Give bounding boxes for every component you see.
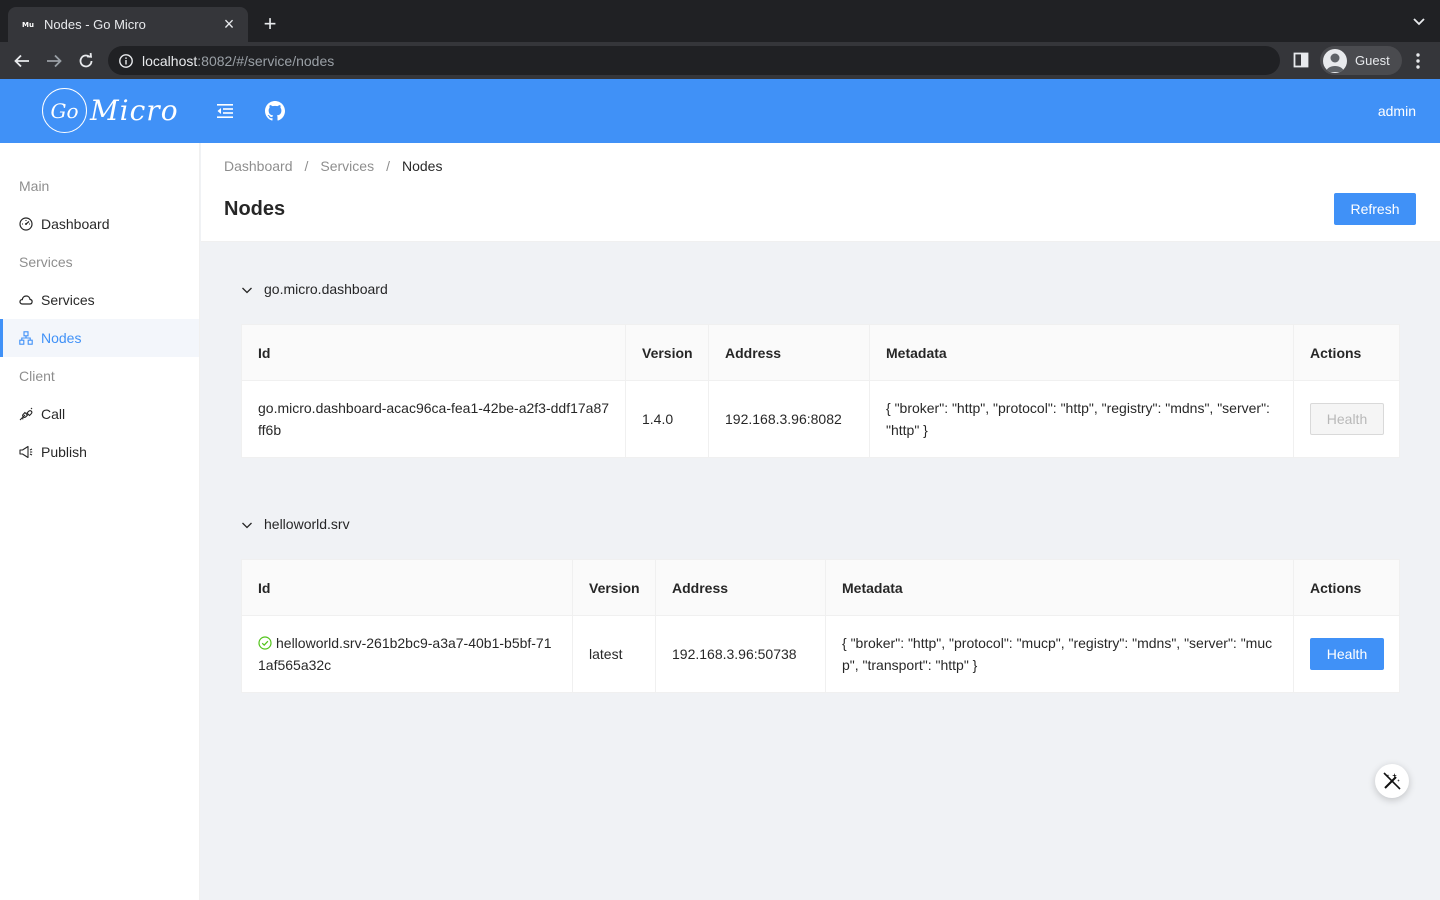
service-name: go.micro.dashboard bbox=[264, 281, 388, 297]
column-header-version: Version bbox=[625, 324, 709, 381]
sidebar-item-nodes[interactable]: Nodes bbox=[0, 319, 199, 357]
new-tab-button[interactable]: + bbox=[258, 11, 282, 36]
app-header: Go Micro admin bbox=[0, 79, 1440, 143]
sidebar-item-label: Dashboard bbox=[41, 216, 110, 232]
node-id: go.micro.dashboard-acac96ca-fea1-42be-a2… bbox=[241, 380, 626, 458]
node-version: latest bbox=[572, 615, 656, 693]
breadcrumb: Dashboard / Services / Nodes bbox=[224, 158, 442, 174]
breadcrumb-separator: / bbox=[304, 158, 309, 174]
column-header-id: Id bbox=[241, 559, 573, 616]
sidebar-item-dashboard[interactable]: Dashboard bbox=[0, 205, 199, 243]
sound-icon bbox=[19, 445, 33, 459]
nodes-table: Id Version Address Metadata Actions hell… bbox=[241, 559, 1400, 693]
table-row: go.micro.dashboard-acac96ca-fea1-42be-a2… bbox=[241, 380, 1400, 458]
sidebar: Main Dashboard Services Services Nodes C… bbox=[0, 143, 200, 900]
chevron-down-icon bbox=[241, 283, 253, 295]
node-address: 192.168.3.96:8082 bbox=[708, 380, 870, 458]
service-panel-header[interactable]: helloworld.srv bbox=[241, 512, 1399, 536]
table-header-row: Id Version Address Metadata Actions bbox=[241, 324, 1400, 381]
node-actions-cell: Health bbox=[1293, 615, 1400, 693]
menu-fold-icon[interactable] bbox=[216, 102, 234, 120]
magic-wand-icon[interactable] bbox=[1375, 764, 1409, 798]
node-metadata: { "broker": "http", "protocol": "mucp", … bbox=[825, 615, 1294, 693]
sidebar-item-label: Publish bbox=[41, 444, 87, 460]
favicon-icon: Mu bbox=[22, 20, 34, 29]
page-title: Nodes bbox=[224, 198, 286, 220]
user-menu[interactable]: admin bbox=[1378, 103, 1416, 119]
breadcrumb-dashboard[interactable]: Dashboard bbox=[224, 158, 293, 174]
menu-group-main: Main bbox=[19, 178, 50, 194]
url-path: :8082/#/service/nodes bbox=[197, 52, 335, 69]
browser-tab-strip: Mu Nodes - Go Micro × + bbox=[0, 0, 1440, 42]
dashboard-icon bbox=[19, 217, 33, 231]
health-button[interactable]: Health bbox=[1310, 638, 1384, 670]
page-header: Dashboard / Services / Nodes Nodes Refre… bbox=[201, 143, 1440, 242]
node-id-cell: helloworld.srv-261b2bc9-a3a7-40b1-b5bf-7… bbox=[241, 615, 573, 693]
column-header-id: Id bbox=[241, 324, 626, 381]
forward-arrow-icon[interactable] bbox=[43, 50, 65, 72]
side-panel-icon[interactable] bbox=[1292, 51, 1310, 69]
back-arrow-icon[interactable] bbox=[11, 50, 33, 72]
node-address: 192.168.3.96:50738 bbox=[655, 615, 826, 693]
tab-title: Nodes - Go Micro bbox=[44, 17, 146, 32]
sidebar-item-label: Call bbox=[41, 406, 66, 422]
node-version: 1.4.0 bbox=[625, 380, 709, 458]
tab-search-chevron-icon[interactable] bbox=[1410, 12, 1428, 30]
github-icon[interactable] bbox=[265, 101, 285, 121]
sidebar-item-call[interactable]: Call bbox=[0, 395, 199, 433]
address-bar[interactable]: localhost:8082/#/service/nodes bbox=[108, 46, 1280, 75]
breadcrumb-nodes: Nodes bbox=[401, 158, 443, 174]
menu-group-services: Services bbox=[19, 254, 73, 270]
close-tab-icon[interactable]: × bbox=[220, 14, 238, 35]
logo-text: Micro bbox=[90, 94, 179, 127]
cluster-icon bbox=[19, 331, 33, 345]
sidebar-item-label: Services bbox=[41, 292, 95, 308]
node-metadata: { "broker": "http", "protocol": "http", … bbox=[869, 380, 1294, 458]
sidebar-item-publish[interactable]: Publish bbox=[0, 433, 199, 471]
avatar-icon bbox=[1323, 48, 1347, 73]
table-header-row: Id Version Address Metadata Actions bbox=[241, 559, 1400, 616]
refresh-button[interactable]: Refresh bbox=[1334, 193, 1416, 225]
table-row: helloworld.srv-261b2bc9-a3a7-40b1-b5bf-7… bbox=[241, 615, 1400, 693]
service-panel-header[interactable]: go.micro.dashboard bbox=[241, 277, 1399, 301]
column-header-address: Address bbox=[708, 324, 870, 381]
cloud-icon bbox=[19, 293, 33, 307]
check-circle-icon bbox=[258, 634, 272, 650]
nodes-table: Id Version Address Metadata Actions go.m… bbox=[241, 324, 1400, 458]
column-header-metadata: Metadata bbox=[869, 324, 1294, 381]
sidebar-item-label: Nodes bbox=[41, 330, 82, 346]
node-id: helloworld.srv-261b2bc9-a3a7-40b1-b5bf-7… bbox=[258, 635, 552, 673]
reload-icon[interactable] bbox=[75, 50, 97, 72]
api-icon bbox=[19, 407, 33, 421]
profile-button[interactable]: Guest bbox=[1320, 46, 1402, 75]
chevron-down-icon bbox=[241, 518, 253, 530]
breadcrumb-separator: / bbox=[386, 158, 390, 174]
service-panel: go.micro.dashboard Id Version Address Me… bbox=[241, 277, 1400, 458]
browser-toolbar: localhost:8082/#/service/nodes Guest bbox=[0, 42, 1440, 79]
browser-menu-icon[interactable] bbox=[1408, 51, 1428, 71]
health-button[interactable]: Health bbox=[1310, 403, 1384, 435]
site-info-icon[interactable] bbox=[118, 53, 134, 69]
profile-name: Guest bbox=[1355, 53, 1390, 68]
menu-group-client: Client bbox=[19, 368, 55, 384]
breadcrumb-services[interactable]: Services bbox=[320, 158, 374, 174]
column-header-actions: Actions bbox=[1293, 324, 1400, 381]
column-header-version: Version bbox=[572, 559, 656, 616]
column-header-address: Address bbox=[655, 559, 826, 616]
service-panel: helloworld.srv Id Version Address Metada… bbox=[241, 512, 1400, 693]
browser-tab[interactable]: Mu Nodes - Go Micro × bbox=[8, 7, 248, 42]
url-host: localhost bbox=[142, 52, 198, 69]
node-actions-cell: Health bbox=[1293, 380, 1400, 458]
logo-mark: Go bbox=[42, 88, 87, 133]
column-header-metadata: Metadata bbox=[825, 559, 1294, 616]
column-header-actions: Actions bbox=[1293, 559, 1400, 616]
sidebar-item-services[interactable]: Services bbox=[0, 281, 199, 319]
service-name: helloworld.srv bbox=[264, 516, 350, 532]
logo[interactable]: Go Micro bbox=[42, 88, 179, 133]
